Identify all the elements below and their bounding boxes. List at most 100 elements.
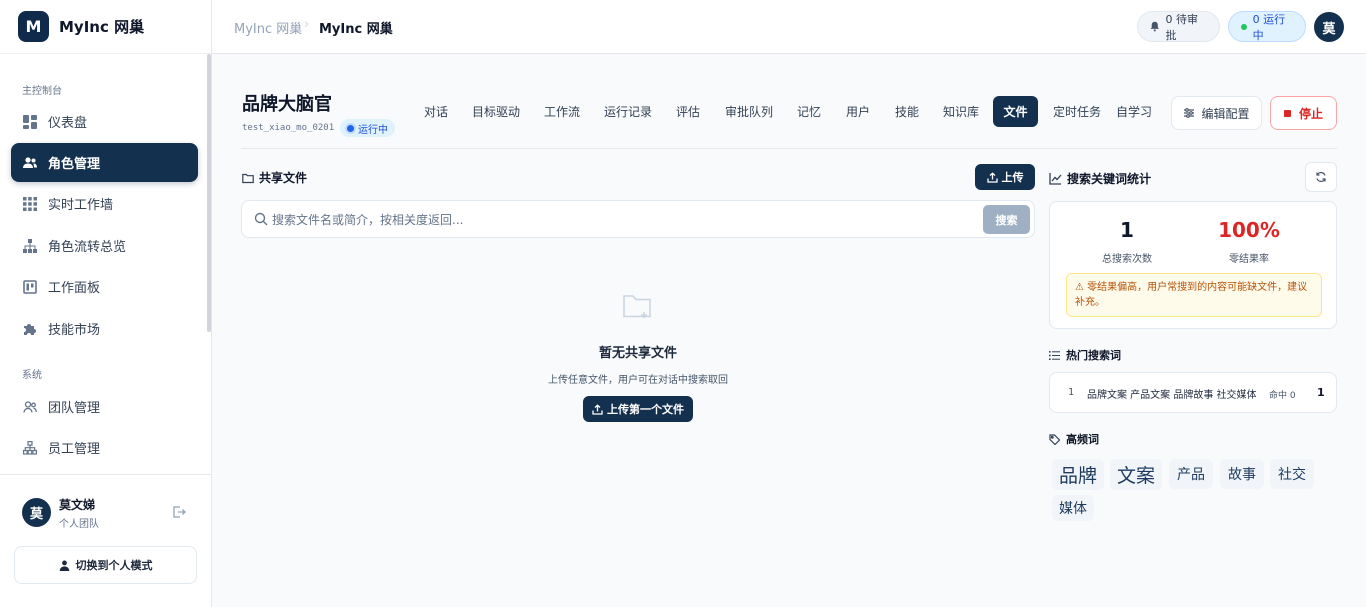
org-icon — [23, 440, 37, 455]
sidebar-item-label: 角色流转总览 — [48, 240, 127, 255]
search-stats-title: 搜索关键词统计 — [1049, 170, 1151, 187]
running-count-label: 0 运行中 — [1252, 12, 1286, 42]
edit-config-button[interactable]: 编辑配置 — [1171, 96, 1262, 130]
file-search-box: 搜索 — [241, 200, 1035, 238]
tab-memory[interactable]: 记忆 — [788, 96, 830, 127]
tab-goal-driven[interactable]: 目标驱动 — [466, 96, 526, 127]
sidebar-item-label: 仪表盘 — [48, 116, 88, 131]
hot-terms-title-text: 热门搜索词 — [1066, 349, 1121, 362]
tab-skills[interactable]: 技能 — [886, 96, 928, 127]
header-avatar[interactable]: 莫 — [1314, 12, 1344, 42]
file-search-input[interactable] — [272, 209, 972, 231]
sidebar-item-label: 实时工作墙 — [48, 198, 114, 213]
brand[interactable]: M MyInc 网巢 — [0, 0, 211, 54]
sidebar-item-label: 技能市场 — [48, 323, 101, 338]
page-title: 品牌大脑官 — [242, 94, 332, 115]
tab-self-learning[interactable]: 自学习 — [1116, 96, 1156, 127]
sidebar-item-work-board[interactable]: 工作面板 — [11, 267, 198, 306]
sidebar-item-employees[interactable]: 员工管理 — [11, 428, 198, 467]
logout-icon[interactable] — [171, 504, 187, 520]
user-icon — [59, 560, 69, 571]
tab-users[interactable]: 用户 — [838, 96, 878, 127]
frequent-word-tag[interactable]: 品牌 — [1052, 459, 1104, 490]
zero-result-warning: ⚠ 零结果偏高，用户常搜到的内容可能缺文件，建议补充。 — [1066, 273, 1322, 317]
shared-files-title: 共享文件 — [242, 169, 307, 186]
stop-icon — [1283, 109, 1291, 117]
tab-chat[interactable]: 对话 — [414, 96, 458, 127]
tab-scheduled-tasks[interactable]: 定时任务 — [1046, 96, 1108, 127]
search-button[interactable]: 搜索 — [983, 205, 1030, 234]
breadcrumb-separator-icon: › — [304, 17, 310, 32]
brand-logo: M — [18, 11, 49, 42]
frequent-word-tag[interactable]: 媒体 — [1052, 495, 1094, 521]
upload-button[interactable]: 上传 — [975, 164, 1035, 190]
total-searches-label: 总搜索次数 — [1102, 254, 1152, 265]
sidebar-item-skill-market[interactable]: 技能市场 — [11, 309, 198, 348]
sidebar-item-label: 员工管理 — [48, 442, 101, 457]
section-label-main: 主控制台 — [22, 86, 62, 97]
tab-files[interactable]: 文件 — [993, 96, 1038, 127]
tab-approval-queue[interactable]: 审批队列 — [718, 96, 780, 127]
hot-term-count: 1 — [1317, 386, 1325, 399]
section-label-system: 系统 — [22, 370, 42, 381]
search-stats-title-text: 搜索关键词统计 — [1067, 172, 1152, 186]
tab-workflow[interactable]: 工作流 — [534, 96, 590, 127]
sidebar-scrollbar[interactable] — [207, 54, 211, 332]
sidebar-item-label: 工作面板 — [48, 281, 101, 296]
sidebar-item-roles[interactable]: 角色管理 — [11, 143, 198, 182]
sidebar-footer: 莫 莫文娣 个人团队 切换到个人模式 — [0, 474, 211, 607]
upload-icon — [592, 403, 603, 415]
user-avatar[interactable]: 莫 — [22, 498, 51, 527]
breadcrumb-root[interactable]: MyInc 网巢 — [234, 18, 302, 37]
empty-folder-icon — [623, 295, 651, 318]
list-icon — [1049, 350, 1060, 360]
stop-label: 停止 — [1298, 106, 1323, 121]
switch-personal-mode-label: 切换到个人模式 — [75, 559, 153, 572]
frequent-word-tag[interactable]: 故事 — [1220, 459, 1264, 489]
top-bar: MyInc 网巢 › MyInc 网巢 0 待审批 0 运行中 莫 — [212, 0, 1366, 54]
running-count-badge[interactable]: 0 运行中 — [1228, 11, 1306, 42]
hot-term-text: 品牌文案 产品文案 品牌故事 社交媒体 — [1087, 390, 1257, 401]
status-dot — [347, 124, 354, 132]
breadcrumb-current: MyInc 网巢 — [319, 22, 393, 37]
refresh-stats-button[interactable] — [1305, 162, 1337, 192]
empty-state-description: 上传任意文件，用户可在对话中搜索取回 — [548, 375, 728, 386]
sidebar-item-label: 团队管理 — [48, 401, 101, 416]
hot-term-rank: 1 — [1068, 387, 1075, 398]
stop-button[interactable]: 停止 — [1270, 96, 1337, 130]
tab-knowledge-base[interactable]: 知识库 — [936, 96, 986, 127]
upload-label: 上传 — [1001, 171, 1024, 184]
running-status-dot — [1241, 23, 1247, 30]
sliders-icon — [1184, 108, 1195, 118]
frequent-words-title-text: 高频词 — [1066, 433, 1099, 446]
team-icon — [23, 400, 37, 414]
hot-term-row[interactable]: 1 品牌文案 产品文案 品牌故事 社交媒体 命中 0 1 — [1049, 372, 1337, 413]
upload-first-file-label: 上传第一个文件 — [607, 403, 684, 416]
sidebar-item-live-wall[interactable]: 实时工作墙 — [11, 184, 198, 223]
sidebar-item-team[interactable]: 团队管理 — [11, 387, 198, 426]
empty-state-title: 暂无共享文件 — [598, 346, 677, 361]
users-icon — [23, 156, 37, 170]
sidebar-item-role-flow[interactable]: 角色流转总览 — [11, 226, 198, 265]
dashboard-icon — [23, 114, 37, 129]
hot-term-hits: 命中 0 — [1269, 391, 1296, 401]
search-icon — [254, 212, 268, 226]
tab-evaluation[interactable]: 评估 — [666, 96, 710, 127]
user-team: 个人团队 — [59, 519, 99, 530]
tab-run-records[interactable]: 运行记录 — [598, 96, 658, 127]
switch-personal-mode-button[interactable]: 切换到个人模式 — [14, 546, 197, 584]
agent-tabs: 对话 目标驱动 工作流 运行记录 评估 审批队列 记忆 用户 技能 知识库 文件… — [414, 96, 1156, 128]
sidebar-item-dashboard[interactable]: 仪表盘 — [11, 102, 198, 141]
total-searches-value: 1 — [1120, 218, 1134, 242]
status-label: 运行中 — [358, 124, 388, 136]
pending-approval-badge[interactable]: 0 待审批 — [1137, 11, 1220, 42]
header-divider — [241, 148, 1337, 149]
search-stats-card: 1 总搜索次数 100% 零结果率 ⚠ 零结果偏高，用户常搜到的内容可能缺文件，… — [1049, 201, 1337, 329]
frequent-word-tag[interactable]: 社交 — [1270, 459, 1314, 489]
upload-first-file-button[interactable]: 上传第一个文件 — [583, 396, 693, 422]
frequent-word-tag[interactable]: 文案 — [1110, 459, 1162, 490]
user-name: 莫文娣 — [59, 498, 96, 512]
status-badge: 运行中 — [340, 119, 395, 137]
frequent-word-tag[interactable]: 产品 — [1169, 459, 1213, 489]
tag-icon — [1049, 433, 1060, 445]
